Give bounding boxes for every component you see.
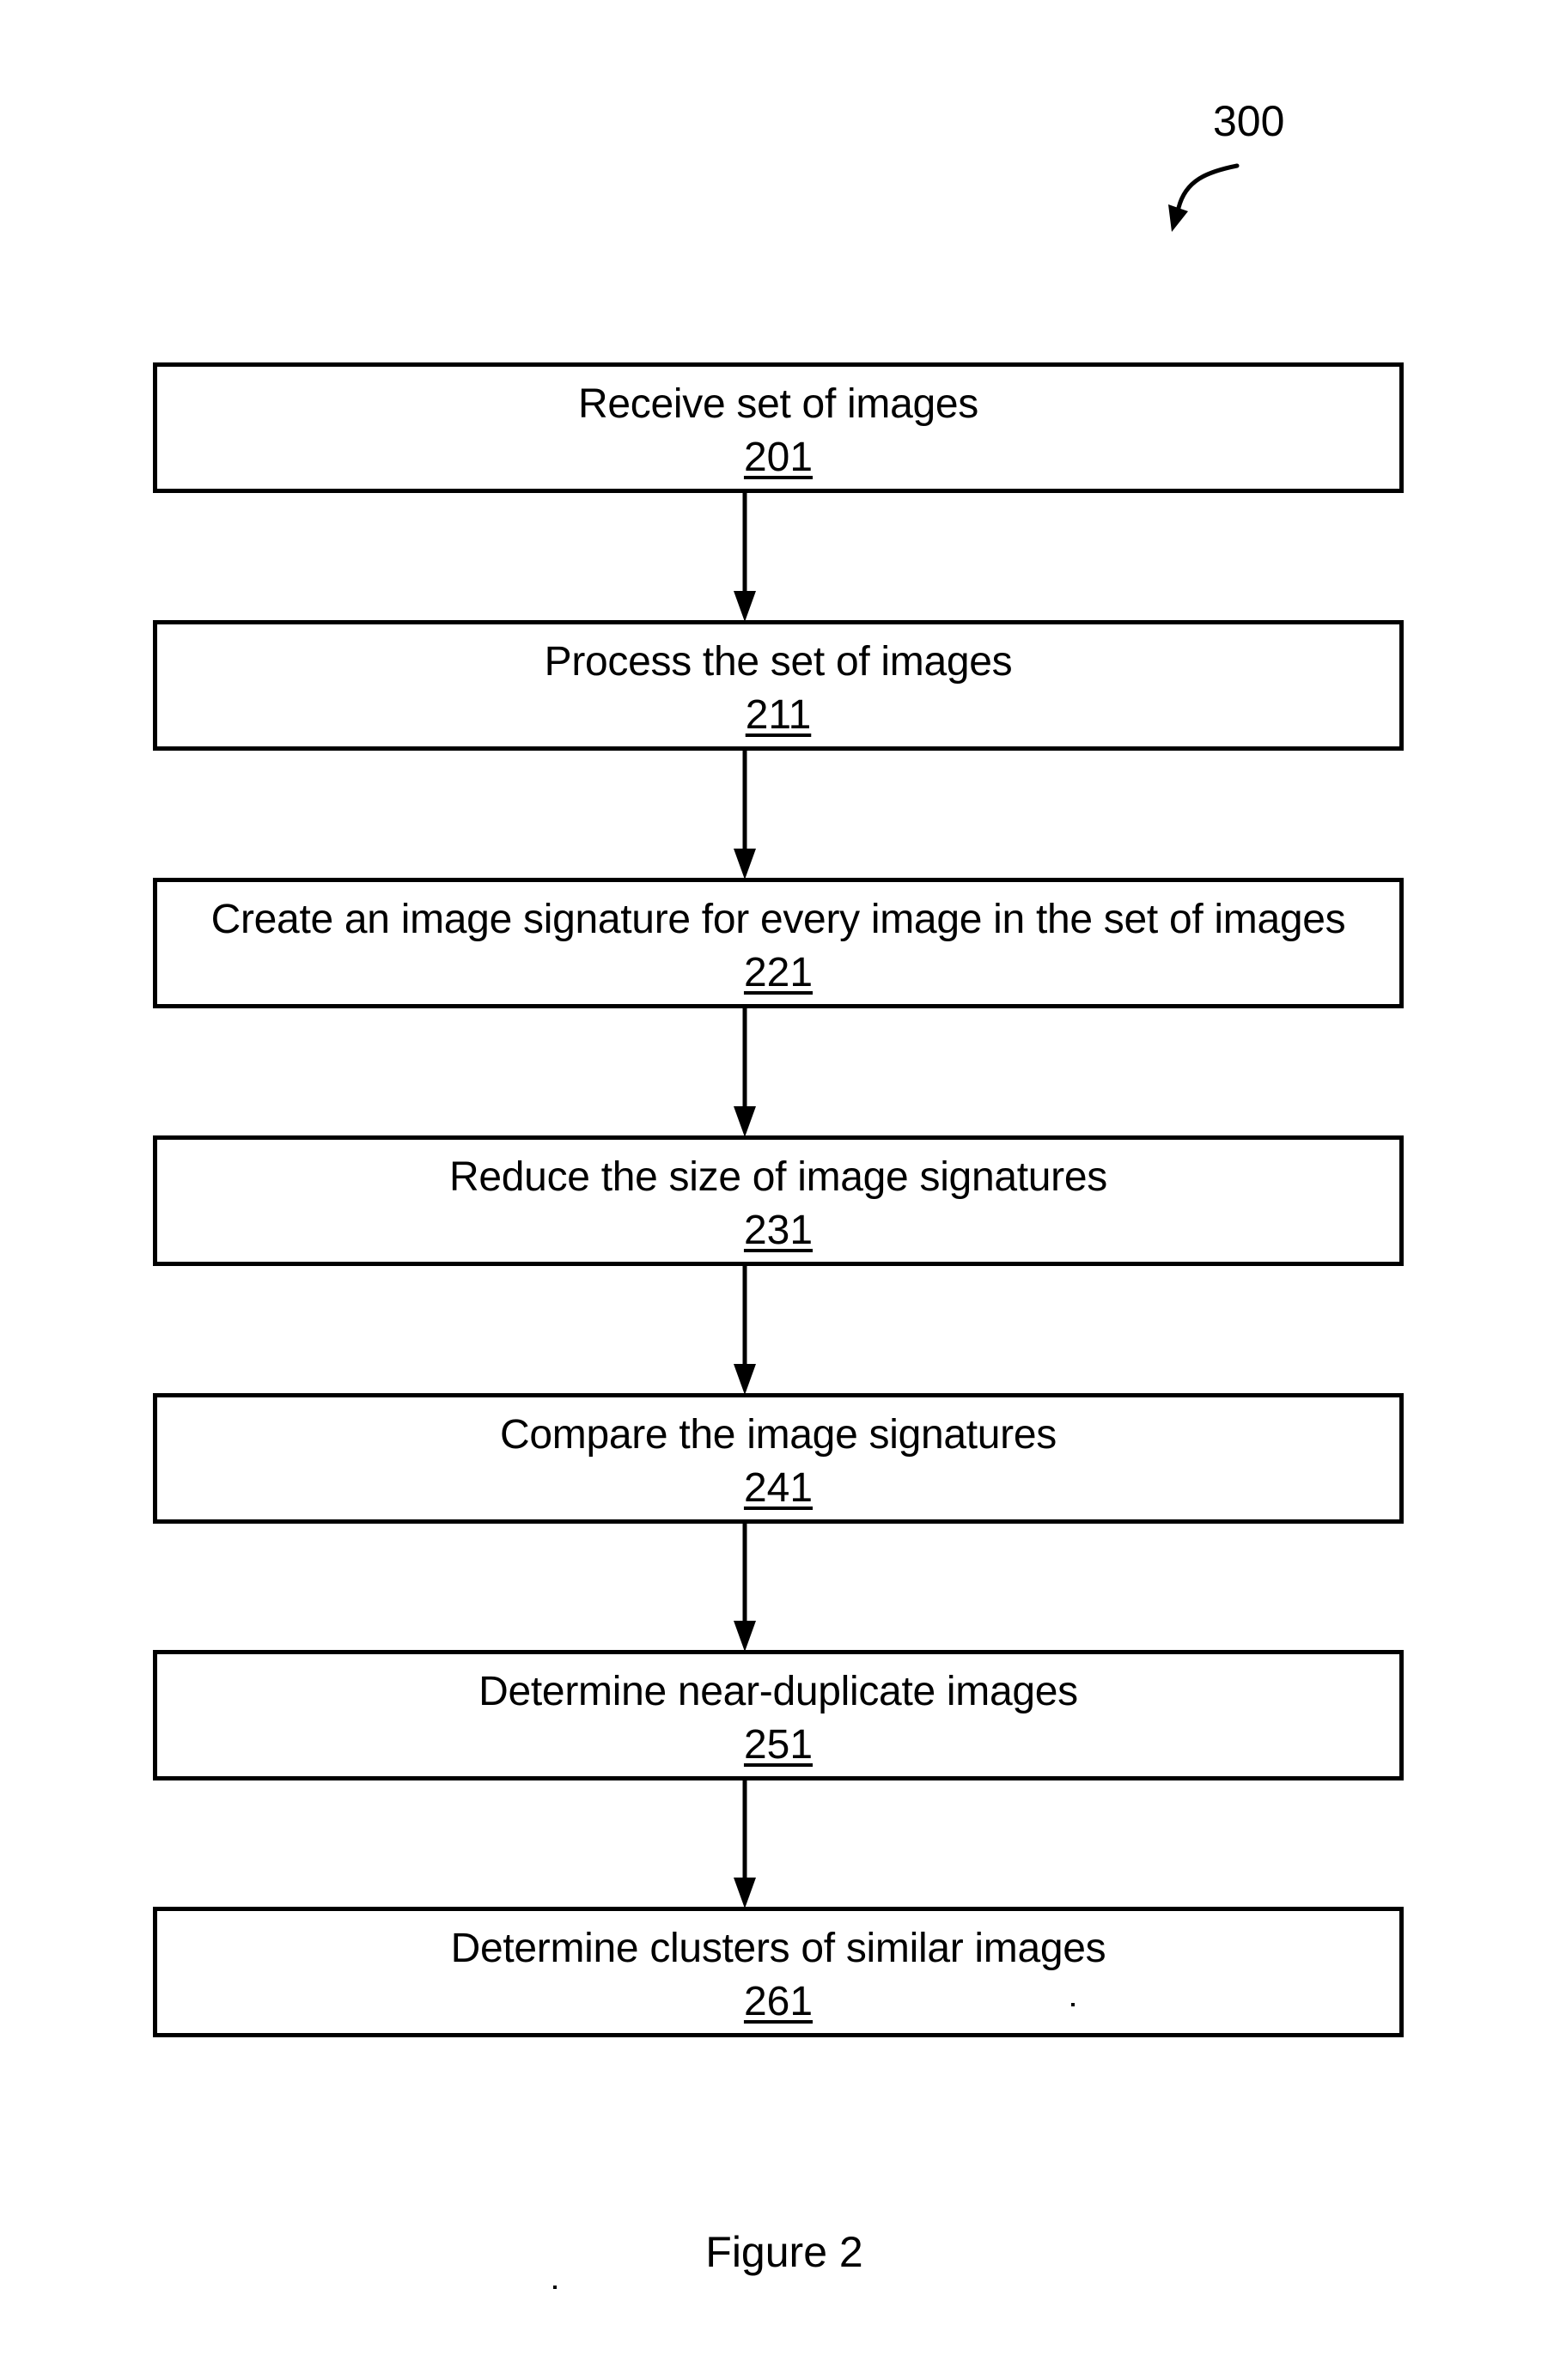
step-label: Create an image signature for every imag… bbox=[210, 897, 1346, 942]
step-box-receive-images: Receive set of images 201 bbox=[153, 362, 1404, 493]
step-box-compare-signatures: Compare the image signatures 241 bbox=[153, 1393, 1404, 1524]
reference-pointer-arrow-icon bbox=[1168, 163, 1240, 232]
step-number: 241 bbox=[743, 1465, 814, 1511]
flow-arrow-221-231 bbox=[734, 1008, 756, 1137]
step-box-determine-near-duplicates: Determine near-duplicate images 251 bbox=[153, 1650, 1404, 1780]
step-label: Receive set of images bbox=[578, 381, 978, 427]
step-number: 261 bbox=[743, 1979, 814, 2024]
flow-arrow-251-261 bbox=[734, 1780, 756, 1908]
flow-arrow-211-221 bbox=[734, 751, 756, 880]
step-number: 221 bbox=[743, 950, 814, 995]
flow-arrow-201-211 bbox=[734, 493, 756, 622]
scan-speck bbox=[553, 2286, 557, 2289]
step-label: Process the set of images bbox=[544, 639, 1013, 685]
figure-caption: Figure 2 bbox=[705, 2228, 863, 2276]
step-number: 211 bbox=[745, 692, 812, 738]
flow-arrow-241-251 bbox=[734, 1524, 756, 1652]
step-label: Compare the image signatures bbox=[500, 1412, 1057, 1458]
step-number: 231 bbox=[743, 1208, 814, 1253]
flow-arrow-231-241 bbox=[734, 1266, 756, 1395]
step-number: 201 bbox=[743, 435, 814, 480]
figure-reference-numeral: 300 bbox=[1213, 97, 1285, 145]
step-box-process-images: Process the set of images 211 bbox=[153, 620, 1404, 751]
step-label: Determine near-duplicate images bbox=[478, 1669, 1078, 1714]
step-label: Determine clusters of similar images bbox=[450, 1926, 1106, 1971]
scan-speck bbox=[1071, 2003, 1075, 2006]
step-box-reduce-signatures: Reduce the size of image signatures 231 bbox=[153, 1135, 1404, 1266]
step-box-create-signatures: Create an image signature for every imag… bbox=[153, 878, 1404, 1008]
step-number: 251 bbox=[743, 1722, 814, 1768]
step-label: Reduce the size of image signatures bbox=[449, 1154, 1107, 1200]
step-box-determine-clusters: Determine clusters of similar images 261 bbox=[153, 1907, 1404, 2037]
